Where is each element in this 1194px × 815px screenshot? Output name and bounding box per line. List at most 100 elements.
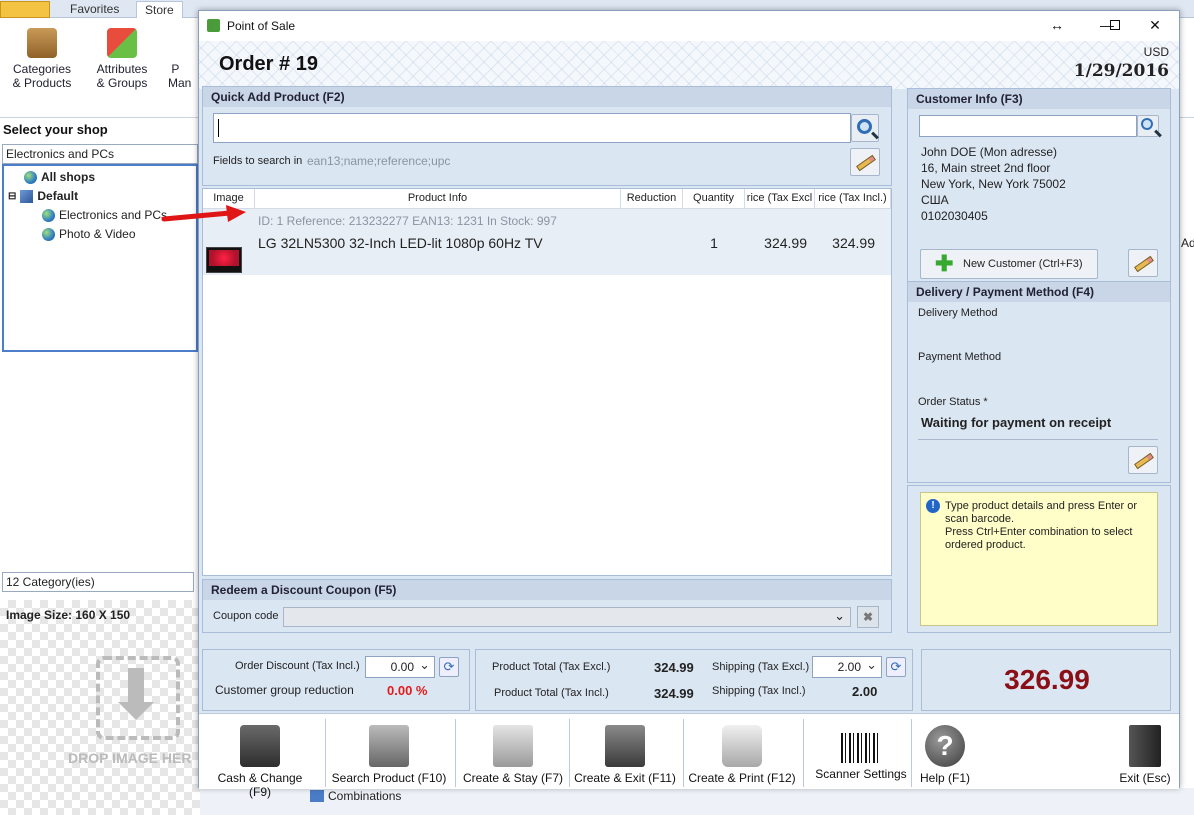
- info-line-3: Press Ctrl+Enter combination to select: [945, 526, 1133, 538]
- group-reduction-value: 0.00 %: [387, 683, 428, 698]
- clear-icon: ✖: [862, 610, 874, 624]
- refresh-icon[interactable]: ⟳: [886, 657, 906, 677]
- pencil-icon: [856, 154, 876, 172]
- customer-title: Customer Info (F3): [908, 89, 1170, 109]
- customer-phone: 0102030405: [921, 209, 988, 223]
- shipping-excl-label: Shipping (Tax Excl.): [712, 661, 810, 673]
- products-grid[interactable]: Image Product Info Reduction Quantity ri…: [202, 188, 892, 576]
- barcode-icon: [841, 733, 881, 763]
- column-price-excl[interactable]: rice (Tax Excl: [745, 189, 815, 209]
- image-size-label: Image Size: 160 X 150: [6, 608, 131, 622]
- bag-icon: [27, 28, 57, 58]
- create-print-button[interactable]: Create & Print (F12): [687, 719, 797, 789]
- tree-item-all-shops[interactable]: All shops: [24, 170, 95, 184]
- refresh-icon[interactable]: ⟳: [439, 657, 459, 677]
- edit-delivery-button[interactable]: [1128, 446, 1158, 474]
- tv-thumbnail: [206, 247, 242, 273]
- product-search-button[interactable]: [851, 114, 879, 142]
- create-exit-button[interactable]: Create & Exit (F11): [573, 719, 677, 789]
- grand-total: 326.99: [1004, 664, 1090, 695]
- shop-panel-title: Select your shop: [3, 122, 108, 137]
- shop-select[interactable]: Electronics and PCs: [2, 144, 198, 164]
- shipping-input[interactable]: 2.00: [812, 656, 882, 678]
- category-count: 12 Category(ies): [2, 572, 194, 592]
- exit-button[interactable]: Exit (Esc): [1113, 719, 1177, 789]
- order-status-value[interactable]: Waiting for payment on receipt: [921, 415, 1111, 430]
- ribbon-tab-store[interactable]: Store: [136, 1, 183, 18]
- chevron-down-icon: ⌄: [834, 608, 845, 623]
- group-reduction-label: Customer group reduction: [215, 683, 354, 697]
- attributes-groups-label: Attributes & Groups: [96, 62, 148, 90]
- shipping-incl-value: 2.00: [852, 684, 878, 699]
- close-button[interactable]: ✕: [1145, 15, 1165, 35]
- info-line-2: scan barcode.: [945, 513, 1015, 525]
- attributes-groups-button[interactable]: Attributes & Groups: [82, 28, 162, 90]
- product-price-incl: 324.99: [832, 235, 875, 251]
- exit-door-icon: [1129, 725, 1161, 767]
- info-icon: !: [926, 499, 940, 513]
- resize-icon[interactable]: ↔: [1047, 15, 1067, 35]
- table-row[interactable]: ID: 1 Reference: 213232277 EAN13: 1231 I…: [203, 209, 891, 275]
- edit-fields-button[interactable]: [850, 148, 880, 176]
- order-title: Order # 19: [219, 53, 318, 75]
- product-search-input[interactable]: [213, 113, 851, 143]
- manufacturers-button[interactable]: P Man: [168, 28, 198, 90]
- quick-add-title: Quick Add Product (F2): [203, 87, 891, 107]
- collapse-icon[interactable]: ⊟: [8, 191, 16, 202]
- coupon-select[interactable]: ⌄: [283, 607, 851, 627]
- order-discount-input[interactable]: 0.00: [365, 656, 435, 678]
- pencil-icon: [1134, 452, 1154, 470]
- customer-search-input[interactable]: [919, 115, 1137, 137]
- combinations-item[interactable]: Combinations: [310, 789, 401, 803]
- clear-coupon-button[interactable]: ✖: [857, 606, 879, 628]
- printer-icon: [722, 725, 762, 767]
- column-product-info[interactable]: Product Info: [255, 189, 621, 209]
- search-icon: [1141, 118, 1153, 130]
- column-quantity[interactable]: Quantity: [683, 189, 745, 209]
- shipping-incl-label: Shipping (Tax Incl.): [712, 685, 806, 697]
- ribbon-tab-favorites[interactable]: Favorites: [62, 1, 127, 18]
- cube-icon: [20, 189, 34, 203]
- help-button[interactable]: ? Help (F1): [915, 719, 975, 789]
- product-quantity[interactable]: 1: [683, 235, 745, 251]
- delivery-title: Delivery / Payment Method (F4): [908, 282, 1170, 302]
- tree-item-photo-video[interactable]: Photo & Video: [42, 227, 136, 241]
- title-bar: Point of Sale ↔ — ✕: [199, 11, 1179, 41]
- tree-item-electronics[interactable]: Electronics and PCs: [42, 208, 167, 222]
- create-stay-button[interactable]: Create & Stay (F7): [461, 719, 565, 789]
- column-reduction[interactable]: Reduction: [621, 189, 683, 209]
- maximize-button[interactable]: [1099, 15, 1120, 35]
- create-stay-icon: [493, 725, 533, 767]
- categories-products-button[interactable]: Categories & Products: [2, 28, 82, 90]
- categories-products-label: Categories & Products: [12, 62, 72, 90]
- window-title: Point of Sale: [227, 19, 296, 33]
- image-drop-area[interactable]: Image Size: 160 X 150 DROP IMAGE HER: [0, 600, 200, 815]
- bottom-strip: Combinations: [200, 788, 1194, 815]
- fields-label: Fields to search in: [213, 155, 303, 167]
- tree-item-default[interactable]: ⊟ Default: [8, 189, 78, 203]
- order-header: Order # 19 USD 1/29/2016: [199, 41, 1179, 89]
- blocks-icon: [107, 28, 137, 58]
- app-menu-button[interactable]: [0, 1, 50, 18]
- pencil-icon: [1134, 255, 1154, 273]
- column-price-incl[interactable]: rice (Tax Incl.): [815, 189, 891, 209]
- coupon-label: Coupon code: [213, 610, 279, 622]
- product-meta: ID: 1 Reference: 213232277 EAN13: 1231 I…: [258, 214, 557, 228]
- customer-search-button[interactable]: [1137, 115, 1159, 137]
- search-icon: [857, 119, 872, 134]
- discount-section: Order Discount (Tax Incl.) 0.00 ⟳ Custom…: [202, 649, 470, 711]
- right-fragment-text: Ad: [1181, 236, 1194, 250]
- shopping-bag-icon: [207, 19, 220, 32]
- edit-customer-button[interactable]: [1128, 249, 1158, 277]
- cash-change-button[interactable]: Cash & Change (F9): [205, 719, 315, 799]
- manufacturers-icon: [168, 28, 198, 58]
- search-product-button[interactable]: Search Product (F10): [331, 719, 447, 789]
- info-section: ! Type product details and press Enter o…: [907, 485, 1171, 633]
- new-customer-button[interactable]: ✚ New Customer (Ctrl+F3): [920, 249, 1098, 279]
- coupon-title: Redeem a Discount Coupon (F5): [203, 580, 891, 600]
- customer-street: 16, Main street 2nd floor: [921, 161, 1051, 175]
- shop-tree: All shops ⊟ Default Electronics and PCs P…: [2, 164, 198, 352]
- delivery-method-label: Delivery Method: [918, 307, 998, 319]
- plus-icon: ✚: [935, 251, 954, 276]
- scanner-settings-button[interactable]: Scanner Settings: [809, 719, 913, 789]
